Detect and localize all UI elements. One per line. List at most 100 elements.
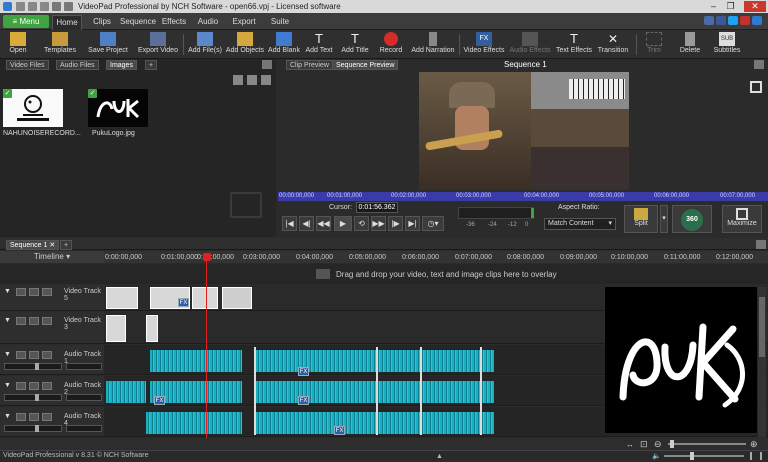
add-objects-button[interactable]: Add Objects: [225, 31, 265, 58]
rewind-button[interactable]: ◀◀: [316, 216, 331, 231]
volume-slider[interactable]: [4, 394, 62, 401]
lock-icon[interactable]: [29, 382, 39, 390]
restore-button[interactable]: ❐: [723, 1, 738, 12]
record-button[interactable]: Record: [375, 31, 407, 58]
grid-view-icon[interactable]: [247, 75, 257, 85]
fx-badge[interactable]: FX: [298, 396, 309, 405]
audio-clip[interactable]: [150, 350, 242, 372]
fit-timeline-icon[interactable]: ↔: [626, 440, 634, 449]
audio-effects-button[interactable]: Audio Effects: [508, 31, 552, 58]
collapse-icon[interactable]: ▼: [4, 317, 11, 324]
scrollbar-thumb[interactable]: [759, 297, 765, 357]
collapse-icon[interactable]: ▼: [4, 351, 11, 358]
speaker-icon[interactable]: 🔈: [652, 452, 661, 462]
add-blank-button[interactable]: Add Blank: [267, 31, 301, 58]
bin-item-nahu[interactable]: ✓ NAHUNOISERECORD...: [3, 89, 81, 139]
loop-button[interactable]: ⟲: [354, 216, 369, 231]
tab-audio-files[interactable]: Audio Files: [56, 60, 99, 70]
video-clip[interactable]: [106, 287, 138, 309]
resize-grip-icon[interactable]: [750, 452, 762, 460]
tab-effects[interactable]: Effects: [160, 15, 188, 30]
list-view-icon[interactable]: [261, 75, 271, 85]
add-files-button[interactable]: Add File(s): [187, 31, 223, 58]
quick-redo-icon[interactable]: [64, 2, 73, 11]
collapse-icon[interactable]: ▼: [4, 413, 11, 420]
audio-clip[interactable]: [256, 381, 494, 403]
lock-icon[interactable]: [29, 288, 39, 296]
video-clip[interactable]: [106, 315, 126, 342]
audio-clip[interactable]: [256, 350, 494, 372]
main-menu-button[interactable]: ≡ Menu: [3, 15, 49, 28]
save-project-button[interactable]: Save Project: [86, 31, 130, 58]
split-button[interactable]: Split: [624, 205, 658, 233]
volume-slider[interactable]: [4, 363, 62, 370]
add-bin-tab-button[interactable]: +: [145, 60, 158, 70]
text-effects-button[interactable]: T Text Effects: [554, 31, 594, 58]
tab-video-files[interactable]: Video Files: [6, 60, 49, 70]
delete-button[interactable]: Delete: [676, 31, 704, 58]
tab-images[interactable]: Images: [106, 60, 137, 70]
minimize-button[interactable]: –: [706, 1, 721, 12]
track-menu-icon[interactable]: [42, 351, 52, 359]
facebook-icon[interactable]: [716, 16, 726, 25]
fx-badge[interactable]: FX: [154, 396, 165, 405]
master-volume-thumb[interactable]: [690, 452, 694, 460]
undock-icon[interactable]: [754, 60, 764, 69]
add-narration-button[interactable]: Add Narration: [410, 31, 456, 58]
zoom-in-icon[interactable]: ⊕: [750, 439, 758, 450]
track-menu-icon[interactable]: [42, 288, 52, 296]
mute-icon[interactable]: [16, 351, 26, 359]
fx-badge[interactable]: FX: [334, 426, 345, 435]
visibility-icon[interactable]: [16, 317, 26, 325]
tab-suite[interactable]: Suite: [268, 15, 292, 30]
track-menu-icon[interactable]: [42, 413, 52, 421]
twitter-icon[interactable]: [728, 16, 738, 25]
mute-icon[interactable]: [16, 382, 26, 390]
pan-slider[interactable]: [66, 363, 102, 370]
master-volume-slider[interactable]: [664, 455, 744, 457]
overlay-drop-zone[interactable]: Drag and drop your video, text and image…: [0, 264, 768, 284]
tab-sequence-1[interactable]: Sequence 1 ✕: [6, 240, 60, 250]
close-tab-icon[interactable]: ✕: [49, 242, 55, 249]
360-button[interactable]: 360: [672, 205, 712, 233]
subtitles-button[interactable]: SUB Subtitles: [710, 31, 744, 58]
cursor-time-field[interactable]: 0:01:56.362: [356, 202, 398, 213]
tab-sequence-preview[interactable]: Sequence Preview: [332, 60, 399, 70]
add-sequence-button[interactable]: +: [60, 240, 73, 250]
tab-export[interactable]: Export: [230, 15, 258, 30]
transition-button[interactable]: ✕ Transition: [596, 31, 630, 58]
split-dropdown[interactable]: ▾: [660, 205, 668, 233]
tab-audio[interactable]: Audio: [196, 15, 220, 30]
aspect-ratio-select[interactable]: Match Content ▾: [544, 218, 616, 230]
expand-panel-icon[interactable]: ▲: [436, 452, 443, 462]
tab-clips[interactable]: Clips: [90, 15, 114, 30]
pan-slider[interactable]: [66, 394, 102, 401]
help-icon[interactable]: [752, 16, 762, 25]
play-button[interactable]: ▶: [334, 216, 352, 231]
add-text-button[interactable]: T Add Text: [303, 31, 335, 58]
slider-thumb[interactable]: [35, 425, 39, 432]
close-button[interactable]: ✕: [744, 1, 766, 12]
mute-icon[interactable]: [16, 413, 26, 421]
lock-icon[interactable]: [29, 351, 39, 359]
trim-button[interactable]: Trim: [642, 31, 666, 58]
lock-icon[interactable]: [29, 317, 39, 325]
undock-icon[interactable]: [756, 240, 766, 249]
undock-icon[interactable]: [262, 60, 272, 69]
slider-thumb[interactable]: [35, 394, 39, 401]
timeline-vertical-scrollbar[interactable]: [758, 287, 766, 437]
quick-save-icon[interactable]: [40, 2, 49, 11]
like-icon[interactable]: [704, 16, 714, 25]
templates-button[interactable]: Templates: [42, 31, 78, 58]
prev-frame-button[interactable]: ◀|: [299, 216, 314, 231]
audio-clip[interactable]: [146, 412, 242, 434]
add-title-button[interactable]: T Add Title: [339, 31, 371, 58]
export-video-button[interactable]: Export Video: [136, 31, 180, 58]
collapse-icon[interactable]: ▼: [4, 288, 11, 295]
lock-icon[interactable]: [29, 413, 39, 421]
maximize-button[interactable]: Maximize: [722, 205, 762, 233]
youtube-icon[interactable]: [740, 16, 750, 25]
visibility-icon[interactable]: [16, 288, 26, 296]
volume-slider[interactable]: [4, 425, 62, 432]
zoom-out-icon[interactable]: ⊖: [654, 439, 662, 450]
